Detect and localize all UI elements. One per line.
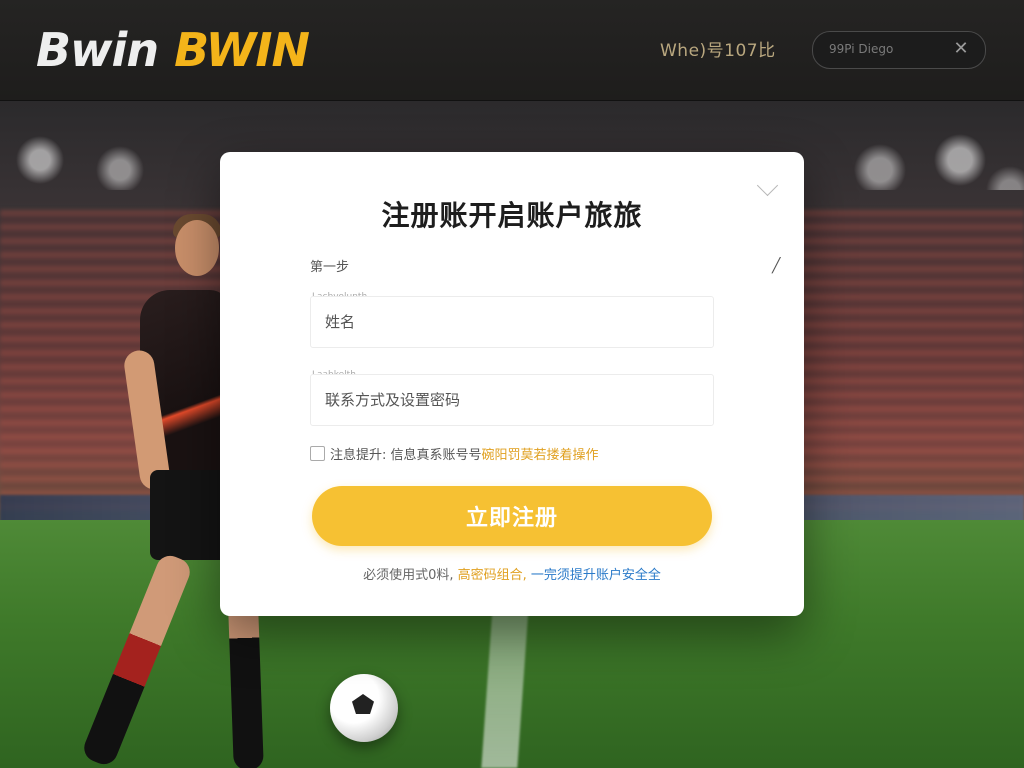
register-button[interactable]: 立即注册: [312, 486, 712, 546]
password-tip: 必须使用式0料, 高密码组合, 一完须提升账户安全全: [220, 564, 804, 583]
contact-password-input[interactable]: [311, 375, 713, 425]
register-modal: 注册账开启账户旅旅 第一步 ╱ Lacbvolunth Laabkelth 注息…: [220, 152, 804, 616]
top-header: Bwin BWIN Whe)号107比 99Pi Diego ✕: [0, 0, 1024, 101]
agreement-row: 注息提升: 信息真系账号号 碗阳罚莫若搂着操作: [310, 444, 599, 463]
header-link[interactable]: Whe)号107比: [660, 36, 776, 61]
modal-title: 注册账开启账户旅旅: [381, 199, 643, 232]
header-search-box[interactable]: 99Pi Diego ✕: [812, 31, 986, 69]
logo-text-yellow: BWIN: [174, 23, 310, 77]
agreement-checkbox[interactable]: [310, 445, 325, 461]
agreement-text: 注息提升: 信息真系账号号: [330, 447, 482, 463]
tip-security-link[interactable]: 一完须提升账户安全全: [531, 568, 661, 583]
name-field-wrapper: [310, 296, 714, 348]
tip-highlight: 高密码组合,: [457, 568, 527, 583]
tip-text: 必须使用式0料,: [363, 568, 454, 583]
football-image: [330, 674, 398, 742]
edit-pencil-icon[interactable]: ╱: [772, 258, 780, 274]
collapse-icon[interactable]: [756, 174, 779, 197]
agreement-link[interactable]: 碗阳罚莫若搂着操作: [482, 444, 599, 463]
name-input[interactable]: [311, 297, 713, 347]
logo-text-white: Bwin: [36, 23, 159, 77]
contact-field-wrapper: [310, 374, 714, 426]
step-label: 第一步: [310, 260, 350, 275]
close-icon[interactable]: ✕: [951, 39, 971, 59]
brand-logo[interactable]: Bwin BWIN: [36, 22, 310, 78]
search-placeholder: 99Pi Diego: [829, 42, 894, 56]
